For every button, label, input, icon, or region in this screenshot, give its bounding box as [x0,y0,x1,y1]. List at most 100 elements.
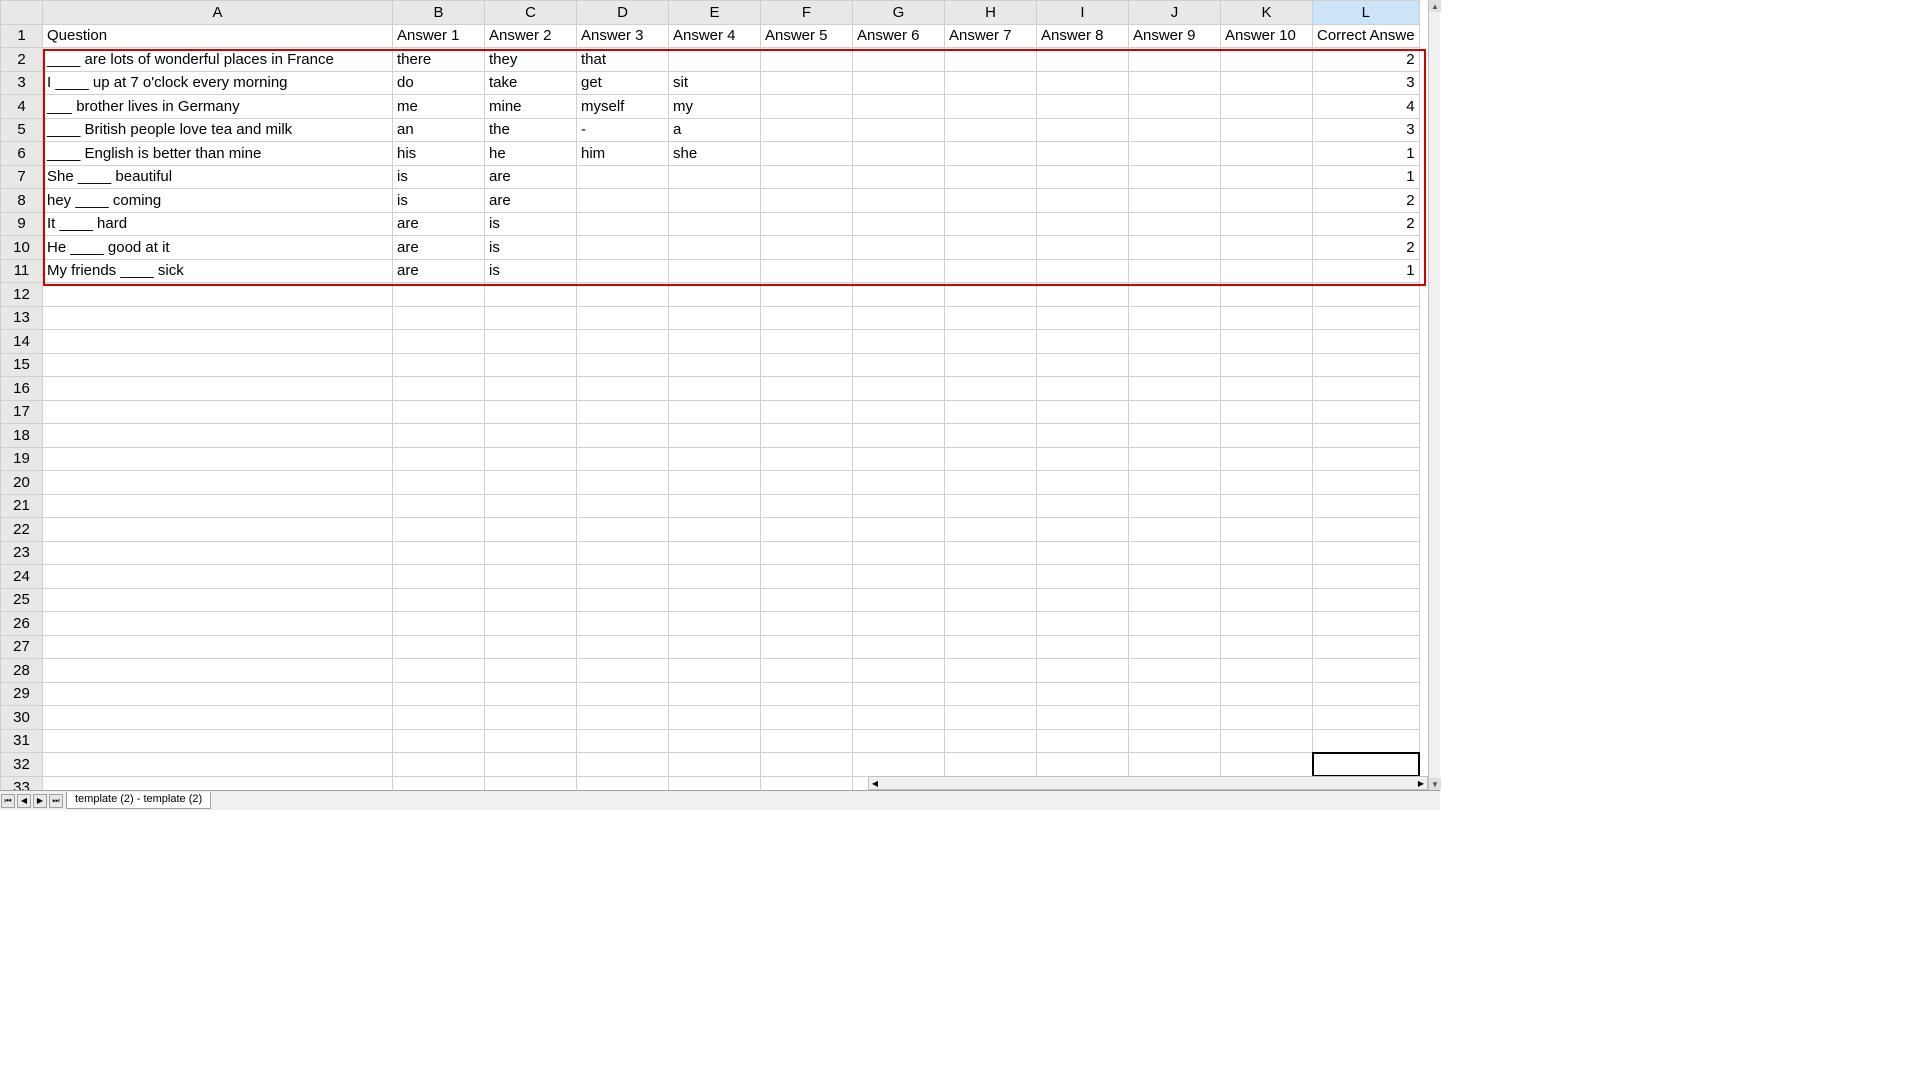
cell-A24[interactable] [43,565,393,589]
cell-K28[interactable] [1221,659,1313,683]
cell-H16[interactable] [945,377,1037,401]
row-header-3[interactable]: 3 [1,71,43,95]
cell-I6[interactable] [1037,142,1129,166]
column-header-E[interactable]: E [669,1,761,25]
cell-J15[interactable] [1129,353,1221,377]
cell-I3[interactable] [1037,71,1129,95]
cell-G6[interactable] [853,142,945,166]
cell-H19[interactable] [945,447,1037,471]
column-header-G[interactable]: G [853,1,945,25]
cell-I25[interactable] [1037,588,1129,612]
cell-B21[interactable] [393,494,485,518]
cell-L6[interactable]: 1 [1313,142,1420,166]
cell-C26[interactable] [485,612,577,636]
cell-D6[interactable]: him [577,142,669,166]
cell-B20[interactable] [393,471,485,495]
cell-I1[interactable]: Answer 8 [1037,24,1129,48]
row-header-31[interactable]: 31 [1,729,43,753]
cell-I21[interactable] [1037,494,1129,518]
cell-L11[interactable]: 1 [1313,259,1420,283]
cell-C28[interactable] [485,659,577,683]
cell-H1[interactable]: Answer 7 [945,24,1037,48]
cell-K4[interactable] [1221,95,1313,119]
cell-I24[interactable] [1037,565,1129,589]
cell-C17[interactable] [485,400,577,424]
cell-G12[interactable] [853,283,945,307]
cell-D31[interactable] [577,729,669,753]
row-header-14[interactable]: 14 [1,330,43,354]
column-header-C[interactable]: C [485,1,577,25]
cell-J27[interactable] [1129,635,1221,659]
row-header-2[interactable]: 2 [1,48,43,72]
cell-D19[interactable] [577,447,669,471]
cell-F6[interactable] [761,142,853,166]
row-header-4[interactable]: 4 [1,95,43,119]
cell-C3[interactable]: take [485,71,577,95]
cell-G5[interactable] [853,118,945,142]
cell-D22[interactable] [577,518,669,542]
cell-K15[interactable] [1221,353,1313,377]
cell-K16[interactable] [1221,377,1313,401]
cell-A3[interactable]: I ____ up at 7 o'clock every morning [43,71,393,95]
cell-H23[interactable] [945,541,1037,565]
cell-A16[interactable] [43,377,393,401]
cell-D25[interactable] [577,588,669,612]
row-header-20[interactable]: 20 [1,471,43,495]
cell-H29[interactable] [945,682,1037,706]
cell-J26[interactable] [1129,612,1221,636]
row-header-18[interactable]: 18 [1,424,43,448]
cell-J21[interactable] [1129,494,1221,518]
cell-I16[interactable] [1037,377,1129,401]
cell-C11[interactable]: is [485,259,577,283]
cell-F21[interactable] [761,494,853,518]
cell-D4[interactable]: myself [577,95,669,119]
cell-F32[interactable] [761,753,853,777]
cell-E28[interactable] [669,659,761,683]
cell-C4[interactable]: mine [485,95,577,119]
cell-I2[interactable] [1037,48,1129,72]
column-header-J[interactable]: J [1129,1,1221,25]
cell-J10[interactable] [1129,236,1221,260]
cell-A13[interactable] [43,306,393,330]
cell-L14[interactable] [1313,330,1420,354]
cell-E17[interactable] [669,400,761,424]
cell-J29[interactable] [1129,682,1221,706]
cell-L1[interactable]: Correct Answe [1313,24,1420,48]
row-header-6[interactable]: 6 [1,142,43,166]
cell-F8[interactable] [761,189,853,213]
cell-G31[interactable] [853,729,945,753]
vertical-scrollbar[interactable]: ▲ ▼ [1428,0,1440,790]
row-header-25[interactable]: 25 [1,588,43,612]
cell-K10[interactable] [1221,236,1313,260]
cell-F24[interactable] [761,565,853,589]
cell-H13[interactable] [945,306,1037,330]
cell-G32[interactable] [853,753,945,777]
cell-B27[interactable] [393,635,485,659]
cell-D16[interactable] [577,377,669,401]
cell-L10[interactable]: 2 [1313,236,1420,260]
cell-J17[interactable] [1129,400,1221,424]
tab-nav-next[interactable]: ▶ [33,794,47,808]
cell-A21[interactable] [43,494,393,518]
cell-B6[interactable]: his [393,142,485,166]
cell-E27[interactable] [669,635,761,659]
cell-L29[interactable] [1313,682,1420,706]
cell-K20[interactable] [1221,471,1313,495]
cell-F15[interactable] [761,353,853,377]
cell-L9[interactable]: 2 [1313,212,1420,236]
cell-C2[interactable]: they [485,48,577,72]
cell-D23[interactable] [577,541,669,565]
cell-A10[interactable]: He ____ good at it [43,236,393,260]
horizontal-scrollbar[interactable]: ◀ ▶ [868,776,1428,790]
cell-F17[interactable] [761,400,853,424]
row-header-29[interactable]: 29 [1,682,43,706]
cell-J16[interactable] [1129,377,1221,401]
cell-B22[interactable] [393,518,485,542]
sheet-tab[interactable]: template (2) - template (2) [66,792,211,809]
cell-E24[interactable] [669,565,761,589]
spreadsheet-grid[interactable]: ABCDEFGHIJKL 1QuestionAnswer 1Answer 2An… [0,0,1420,800]
cell-C8[interactable]: are [485,189,577,213]
cell-I19[interactable] [1037,447,1129,471]
cell-F26[interactable] [761,612,853,636]
cell-I15[interactable] [1037,353,1129,377]
